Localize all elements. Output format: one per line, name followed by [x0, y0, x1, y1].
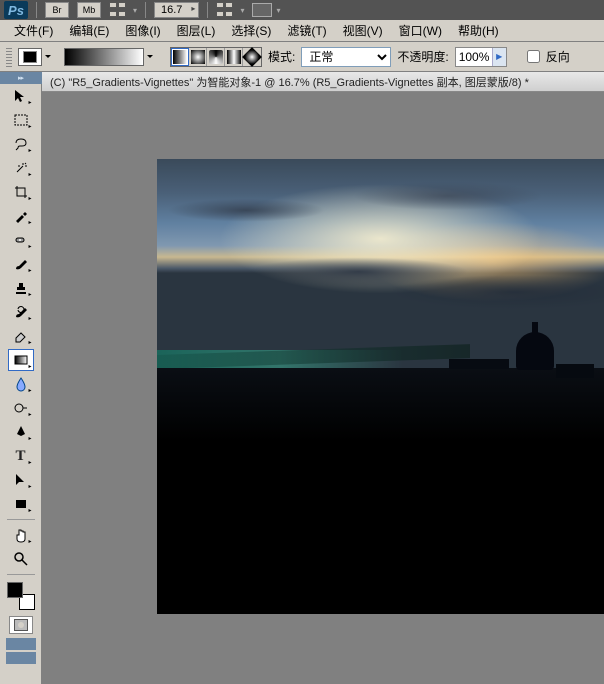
- menu-help[interactable]: 帮助(H): [450, 20, 507, 41]
- document-title-bar[interactable]: (C) "R5_Gradients-Vignettes" 为智能对象-1 @ 1…: [42, 72, 604, 92]
- reverse-checkbox[interactable]: [527, 50, 540, 63]
- well-slot[interactable]: [6, 638, 36, 650]
- gradient-type-group: [170, 47, 262, 67]
- hand-tool[interactable]: ▸: [8, 524, 34, 546]
- quickmask-button[interactable]: [9, 616, 33, 634]
- menu-image[interactable]: 图像(I): [117, 20, 168, 41]
- menu-file[interactable]: 文件(F): [6, 20, 61, 41]
- minibridge-button[interactable]: Mb: [77, 2, 101, 18]
- menu-filter[interactable]: 滤镜(T): [279, 20, 334, 41]
- separator: [36, 2, 37, 18]
- menu-view[interactable]: 视图(V): [335, 20, 391, 41]
- gradient-diamond-button[interactable]: [243, 48, 261, 66]
- opacity-flyout-button[interactable]: ▶: [492, 48, 506, 66]
- zoom-level-dropdown[interactable]: 16.7: [154, 2, 199, 18]
- gradient-reflected-button[interactable]: [225, 48, 243, 66]
- opacity-label: 不透明度:: [397, 48, 448, 65]
- wand-tool[interactable]: ▸: [8, 157, 34, 179]
- separator: [7, 574, 35, 575]
- well-slot[interactable]: [6, 652, 36, 664]
- options-bar: 模式: 正常 不透明度: ▶ 反向: [0, 42, 604, 72]
- document-image: [157, 159, 604, 614]
- menu-edit[interactable]: 编辑(E): [61, 20, 117, 41]
- gradient-linear-button[interactable]: [171, 48, 189, 66]
- chevron-down-icon: ▾: [240, 6, 244, 15]
- gradient-tool[interactable]: ▸: [8, 349, 34, 371]
- view-extras-button[interactable]: [109, 2, 129, 18]
- document-area: (C) "R5_Gradients-Vignettes" 为智能对象-1 @ 1…: [42, 72, 604, 684]
- ps-logo: Ps: [4, 1, 28, 19]
- crop-tool[interactable]: ▸: [8, 181, 34, 203]
- canvas[interactable]: [42, 92, 604, 684]
- application-bar: Ps Br Mb ▾ 16.7 ▾ ▾: [0, 0, 604, 20]
- move-tool[interactable]: ▸: [8, 85, 34, 107]
- screen-mode-wells: [6, 638, 36, 664]
- menu-select[interactable]: 选择(S): [223, 20, 279, 41]
- stamp-tool[interactable]: ▸: [8, 277, 34, 299]
- workspace: ▸▸ ▸ ▸ ▸ ▸ ▸ ▸ ▸ ▸ ▸ ▸ ▸ ▸ ▸ ▸ ▸ T▸ ▸ ▸ …: [0, 72, 604, 684]
- mode-label: 模式:: [268, 48, 295, 65]
- brush-tool[interactable]: ▸: [8, 253, 34, 275]
- opacity-input[interactable]: [456, 49, 492, 65]
- chevron-down-icon: ▾: [276, 6, 280, 15]
- lasso-tool[interactable]: ▸: [8, 133, 34, 155]
- opacity-input-group: ▶: [455, 47, 507, 67]
- separator: [7, 519, 35, 520]
- bridge-button[interactable]: Br: [45, 2, 69, 18]
- pen-tool[interactable]: ▸: [8, 421, 34, 443]
- healing-tool[interactable]: ▸: [8, 229, 34, 251]
- foreground-color[interactable]: [7, 582, 23, 598]
- gradient-angle-button[interactable]: [207, 48, 225, 66]
- shape-tool[interactable]: ▸: [8, 493, 34, 515]
- menu-layer[interactable]: 图层(L): [169, 20, 224, 41]
- arrange-documents-button[interactable]: [216, 2, 236, 18]
- path-select-tool[interactable]: ▸: [8, 469, 34, 491]
- grip-icon[interactable]: [6, 47, 12, 67]
- dodge-tool[interactable]: ▸: [8, 397, 34, 419]
- separator: [145, 2, 146, 18]
- marquee-tool[interactable]: ▸: [8, 109, 34, 131]
- separator: [207, 2, 208, 18]
- type-tool[interactable]: T▸: [8, 445, 34, 467]
- history-brush-tool[interactable]: ▸: [8, 301, 34, 323]
- blur-tool[interactable]: ▸: [8, 373, 34, 395]
- tools-panel: ▸▸ ▸ ▸ ▸ ▸ ▸ ▸ ▸ ▸ ▸ ▸ ▸ ▸ ▸ ▸ ▸ T▸ ▸ ▸ …: [0, 72, 42, 684]
- zoom-tool[interactable]: [8, 548, 34, 570]
- reverse-label: 反向: [546, 48, 570, 65]
- menu-bar: 文件(F) 编辑(E) 图像(I) 图层(L) 选择(S) 滤镜(T) 视图(V…: [0, 20, 604, 42]
- menu-window[interactable]: 窗口(W): [391, 20, 450, 41]
- gradient-picker[interactable]: [64, 48, 144, 66]
- eraser-tool[interactable]: ▸: [8, 325, 34, 347]
- color-swatches[interactable]: [7, 582, 35, 610]
- tool-preset-picker[interactable]: [18, 48, 42, 66]
- chevron-down-icon: ▾: [133, 6, 137, 15]
- gradient-radial-button[interactable]: [189, 48, 207, 66]
- screen-mode-button[interactable]: [252, 3, 272, 17]
- eyedropper-tool[interactable]: ▸: [8, 205, 34, 227]
- blend-mode-select[interactable]: 正常: [301, 47, 391, 67]
- tools-panel-tab[interactable]: ▸▸: [0, 72, 42, 84]
